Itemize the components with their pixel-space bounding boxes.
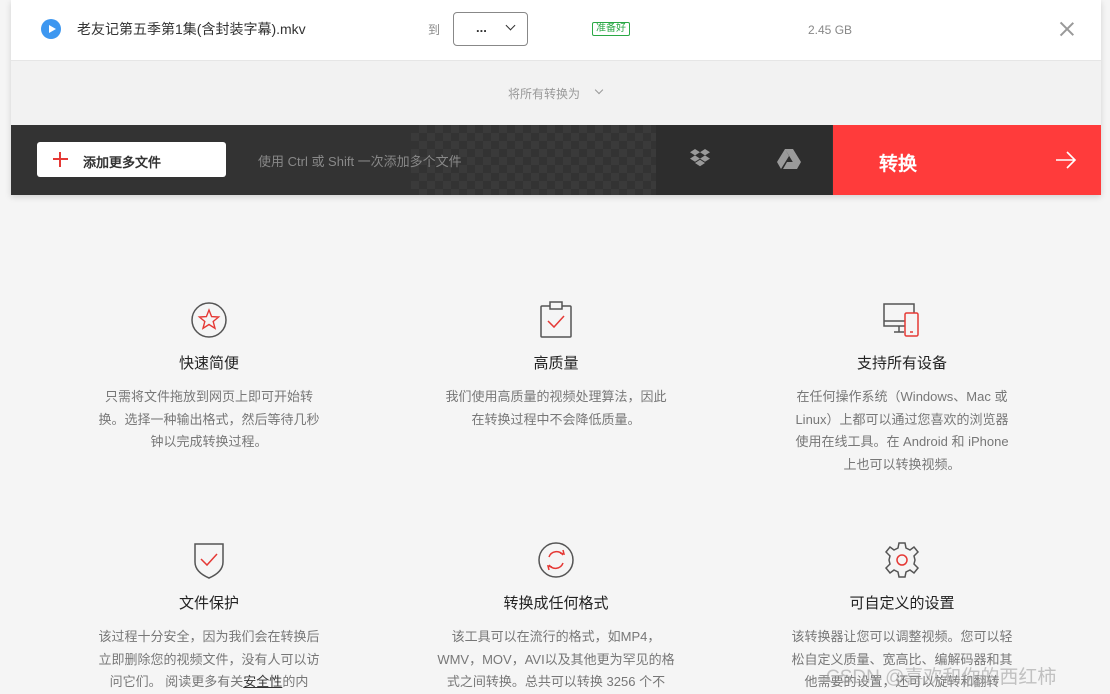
file-size: 2.45 GB <box>808 23 853 37</box>
convert-label: 转换 <box>879 154 918 175</box>
feature-quality: 高质量 我们使用高质量的视频处理算法，因此 在转换过程中不会降低质量。 <box>431 300 681 431</box>
gear-icon <box>882 540 922 580</box>
multi-select-hint: 使用 Ctrl 或 Shift 一次添加多个文件 <box>258 154 462 169</box>
feature-title: 文件保护 <box>178 595 239 612</box>
convert-all-dropdown[interactable]: 将所有转换为 <box>11 60 1101 125</box>
feature-title: 可自定义的设置 <box>849 595 955 612</box>
google-drive-button[interactable] <box>744 125 832 195</box>
refresh-icon <box>536 540 576 580</box>
add-files-label: 添加更多文件 <box>83 155 162 170</box>
convert-button[interactable]: 转换 <box>833 125 1101 195</box>
to-label: 到 <box>428 23 441 37</box>
dropbox-button[interactable] <box>656 125 745 195</box>
dropbox-icon <box>690 149 710 167</box>
feature-title: 高质量 <box>533 355 579 372</box>
action-toolbar: 添加更多文件 使用 Ctrl 或 Shift 一次添加多个文件 转换 <box>11 125 1101 195</box>
play-icon <box>41 19 61 39</box>
feature-title: 支持所有设备 <box>856 355 947 372</box>
file-row: 老友记第五季第1集(含封装字幕).mkv 到 ... 准备好 2.45 GB <box>11 0 1101 61</box>
feature-text: 该过程十分安全，因为我们会在转换后 立即删除您的视频文件，没有人可以访 问它们。 阅… <box>98 629 320 689</box>
chevron-down-icon <box>594 85 604 95</box>
file-name: 老友记第五季第1集(含封装字幕).mkv <box>77 21 306 37</box>
devices-icon <box>882 300 922 340</box>
chevron-down-icon <box>505 20 516 31</box>
plus-icon <box>53 152 68 167</box>
feature-title: 快速简便 <box>178 355 239 372</box>
format-select[interactable]: ... <box>453 12 528 46</box>
feature-fast: 快速简便 只需将文件拖放到网页上即可开始转 换。选择一种输出格式，然后等待几秒 钟以… <box>84 300 334 454</box>
feature-text: 该工具可以在流行的格式，如MP4， WMV，MOV，AVI以及其他更为罕见的格 式之… <box>437 629 675 689</box>
google-drive-icon <box>777 149 801 169</box>
close-icon[interactable] <box>1059 21 1075 37</box>
upload-card: 老友记第五季第1集(含封装字幕).mkv 到 ... 准备好 2.45 GB 将… <box>11 0 1101 195</box>
arrow-right-icon <box>1056 151 1077 169</box>
feature-title: 转换成任何格式 <box>503 595 609 612</box>
shield-check-icon <box>189 540 229 580</box>
feature-devices: 支持所有设备 在任何操作系统（Windows、Mac 或 Linux）上都可以通过… <box>777 300 1027 476</box>
format-value: ... <box>476 20 487 35</box>
feature-text: 我们使用高质量的视频处理算法，因此 在转换过程中不会降低质量。 <box>445 389 667 427</box>
feature-any-format: 转换成任何格式 该工具可以在流行的格式，如MP4， WMV，MOV，AVI以及其他… <box>431 540 681 694</box>
star-icon <box>189 300 229 340</box>
clipboard-check-icon <box>536 300 576 340</box>
feature-protection: 文件保护 该过程十分安全，因为我们会在转换后 立即删除您的视频文件，没有人可以访问… <box>84 540 334 694</box>
security-link[interactable]: 安全性 <box>243 674 282 689</box>
convert-all-label: 将所有转换为 <box>508 87 581 101</box>
feature-text: 只需将文件拖放到网页上即可开始转 换。选择一种输出格式，然后等待几秒 钟以完成转换过… <box>98 389 320 449</box>
add-files-button[interactable]: 添加更多文件 <box>37 142 226 177</box>
feature-text: 在任何操作系统（Windows、Mac 或 Linux）上都可以通过您喜欢的浏览器… <box>795 389 1009 472</box>
status-badge: 准备好 <box>592 22 630 36</box>
watermark: CSDN @喜欢和你的西红柿 <box>826 667 1057 688</box>
